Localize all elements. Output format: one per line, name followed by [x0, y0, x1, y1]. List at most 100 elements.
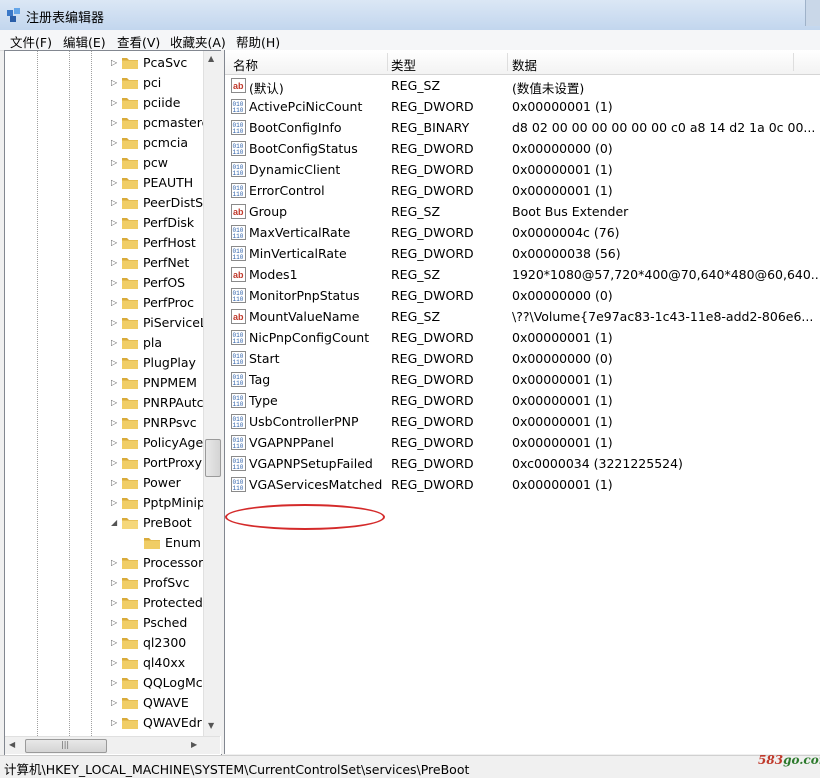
status-bar: 计算机\HKEY_LOCAL_MACHINE\SYSTEM\CurrentCon… [0, 753, 820, 777]
folder-icon [121, 375, 139, 390]
expand-arrow-icon[interactable]: ▷ [111, 458, 119, 468]
expand-arrow-icon[interactable]: ▷ [111, 598, 119, 608]
value-row[interactable]: 010 110 NicPnpConfigCount REG_DWORD 0x000000… [225, 327, 820, 348]
registry-tree[interactable]: ▷ PcaSvc ▷ pci ▷ pciide ▷ pcmastere ▷ pcmcia ▷ pcw ▷… [4, 50, 222, 756]
value-row[interactable]: 010 110 Tag REG_DWORD 0x00000001 (1) [225, 369, 820, 390]
folder-icon [121, 615, 139, 630]
value-name: MinVerticalRate [249, 246, 347, 261]
value-type: REG_DWORD [391, 456, 474, 471]
value-row[interactable]: ab Modes1 REG_SZ 1920*1080@57,720*400@70,64… [225, 264, 820, 285]
column-header-type[interactable]: 类型 [391, 55, 416, 74]
expand-arrow-icon[interactable]: ▷ [111, 98, 119, 108]
value-row[interactable]: 010 110 ActivePciNicCount REG_DWORD 0x000000… [225, 96, 820, 117]
expand-arrow-icon[interactable]: ▷ [111, 158, 119, 168]
expand-arrow-icon[interactable]: ▷ [111, 298, 119, 308]
folder-icon [121, 715, 139, 730]
expand-arrow-icon[interactable]: ▷ [111, 218, 119, 228]
value-row[interactable]: 010 110 Type REG_DWORD 0x00000001 (1) [225, 390, 820, 411]
expand-arrow-icon[interactable]: ▷ [111, 118, 119, 128]
expand-arrow-icon[interactable]: ▷ [111, 498, 119, 508]
tree-node-label: PerfHost [143, 235, 196, 250]
expand-arrow-icon[interactable]: ▷ [111, 438, 119, 448]
tree-horizontal-scrollbar[interactable]: ◀ ||| ▶ [5, 736, 220, 754]
expand-arrow-icon[interactable]: ▷ [111, 378, 119, 388]
value-row[interactable]: 010 110 DynamicClient REG_DWORD 0x00000001 (… [225, 159, 820, 180]
value-data: 0x00000001 (1) [512, 183, 613, 198]
value-row[interactable]: 010 110 VGAServicesMatched REG_DWORD 0x00000… [225, 474, 820, 495]
tree-node-label: PiServiceL [143, 315, 207, 330]
value-type: REG_DWORD [391, 435, 474, 450]
expand-arrow-icon[interactable]: ▷ [111, 718, 119, 728]
scroll-thumb[interactable] [205, 439, 221, 477]
expand-arrow-icon[interactable]: ▷ [111, 178, 119, 188]
expand-arrow-icon[interactable]: ▷ [111, 238, 119, 248]
expand-arrow-icon[interactable]: ▷ [111, 198, 119, 208]
expand-arrow-icon[interactable]: ▷ [111, 78, 119, 88]
value-row[interactable]: 010 110 ErrorControl REG_DWORD 0x00000001 (1… [225, 180, 820, 201]
value-row[interactable]: 010 110 Start REG_DWORD 0x00000000 (0) [225, 348, 820, 369]
value-row[interactable]: 010 110 MinVerticalRate REG_DWORD 0x00000038… [225, 243, 820, 264]
column-divider[interactable] [793, 53, 794, 71]
menu-help[interactable]: 帮助(H) [236, 32, 280, 51]
svg-text:110: 110 [233, 149, 244, 156]
value-row[interactable]: ab (默认) REG_SZ (数值未设置) [225, 75, 820, 96]
expand-arrow-icon[interactable]: ▷ [111, 358, 119, 368]
expand-arrow-icon[interactable]: ▷ [111, 338, 119, 348]
value-row[interactable]: ab MountValueName REG_SZ \??\Volume{7e97ac8… [225, 306, 820, 327]
value-type: REG_DWORD [391, 372, 474, 387]
value-row[interactable]: 010 110 VGAPNPPanel REG_DWORD 0x00000001 (1) [225, 432, 820, 453]
expand-arrow-icon[interactable]: ▷ [111, 278, 119, 288]
menu-favorites[interactable]: 收藏夹(A) [170, 32, 226, 51]
tree-node-label: PerfProc [143, 295, 195, 310]
expand-arrow-icon[interactable]: ▷ [111, 398, 119, 408]
value-row[interactable]: 010 110 VGAPNPSetupFailed REG_DWORD 0xc00000… [225, 453, 820, 474]
tree-guide-line [69, 51, 70, 736]
scroll-left-arrow-icon[interactable]: ◀ [9, 740, 15, 749]
expand-arrow-icon[interactable]: ▷ [111, 618, 119, 628]
expand-arrow-icon[interactable]: ▷ [111, 578, 119, 588]
folder-icon [121, 695, 139, 710]
value-data: 0x00000001 (1) [512, 393, 613, 408]
window-control-edge[interactable] [805, 0, 820, 26]
column-header-data[interactable]: 数据 [512, 55, 537, 74]
tree-node-label: PptpMinip [143, 495, 205, 510]
value-row[interactable]: 010 110 BootConfigStatus REG_DWORD 0x0000000… [225, 138, 820, 159]
expand-arrow-icon[interactable]: ▷ [111, 478, 119, 488]
menu-file[interactable]: 文件(F) [10, 32, 52, 51]
expand-arrow-icon[interactable]: ▷ [111, 658, 119, 668]
value-type: REG_DWORD [391, 477, 474, 492]
scroll-right-arrow-icon[interactable]: ▶ [191, 740, 197, 749]
value-name: BootConfigStatus [249, 141, 358, 156]
tree-node-label: PNPMEM [143, 375, 197, 390]
tree-vertical-scrollbar[interactable]: ▲ ▼ [203, 51, 221, 736]
expand-arrow-icon[interactable]: ▷ [111, 418, 119, 428]
value-name: MountValueName [249, 309, 360, 324]
value-row[interactable]: 010 110 BootConfigInfo REG_BINARY d8 02 00 0… [225, 117, 820, 138]
expand-arrow-icon[interactable]: ▷ [111, 678, 119, 688]
expand-arrow-icon[interactable]: ▷ [111, 138, 119, 148]
expand-arrow-icon[interactable]: ▷ [111, 58, 119, 68]
menu-edit[interactable]: 编辑(E) [63, 32, 106, 51]
expand-arrow-icon[interactable]: ▷ [111, 318, 119, 328]
values-list[interactable]: 名称 类型 数据 ab (默认) REG_SZ (数值未设置) 010 110 Active… [224, 50, 820, 754]
column-header-name[interactable]: 名称 [233, 55, 258, 74]
column-divider[interactable] [387, 53, 388, 71]
menu-view[interactable]: 查看(V) [117, 32, 160, 51]
value-row[interactable]: 010 110 MaxVerticalRate REG_DWORD 0x0000004c… [225, 222, 820, 243]
expand-arrow-icon[interactable]: ▷ [111, 558, 119, 568]
string-value-icon: ab [231, 309, 246, 324]
tree-node-label: PolicyAge [143, 435, 204, 450]
expand-arrow-icon[interactable]: ▷ [111, 258, 119, 268]
scroll-down-arrow-icon[interactable]: ▼ [208, 721, 214, 730]
collapse-arrow-icon[interactable]: ◢ [111, 518, 119, 528]
expand-arrow-icon[interactable]: ▷ [111, 638, 119, 648]
scroll-up-arrow-icon[interactable]: ▲ [208, 54, 214, 63]
value-row[interactable]: ab Group REG_SZ Boot Bus Extender [225, 201, 820, 222]
tree-node-label: PerfOS [143, 275, 186, 290]
tree-node-label: PeerDistSv [143, 195, 211, 210]
expand-arrow-icon[interactable]: ▷ [111, 698, 119, 708]
column-divider[interactable] [507, 53, 508, 71]
folder-icon [121, 515, 139, 530]
value-row[interactable]: 010 110 MonitorPnpStatus REG_DWORD 0x0000000… [225, 285, 820, 306]
value-row[interactable]: 010 110 UsbControllerPNP REG_DWORD 0x0000000… [225, 411, 820, 432]
